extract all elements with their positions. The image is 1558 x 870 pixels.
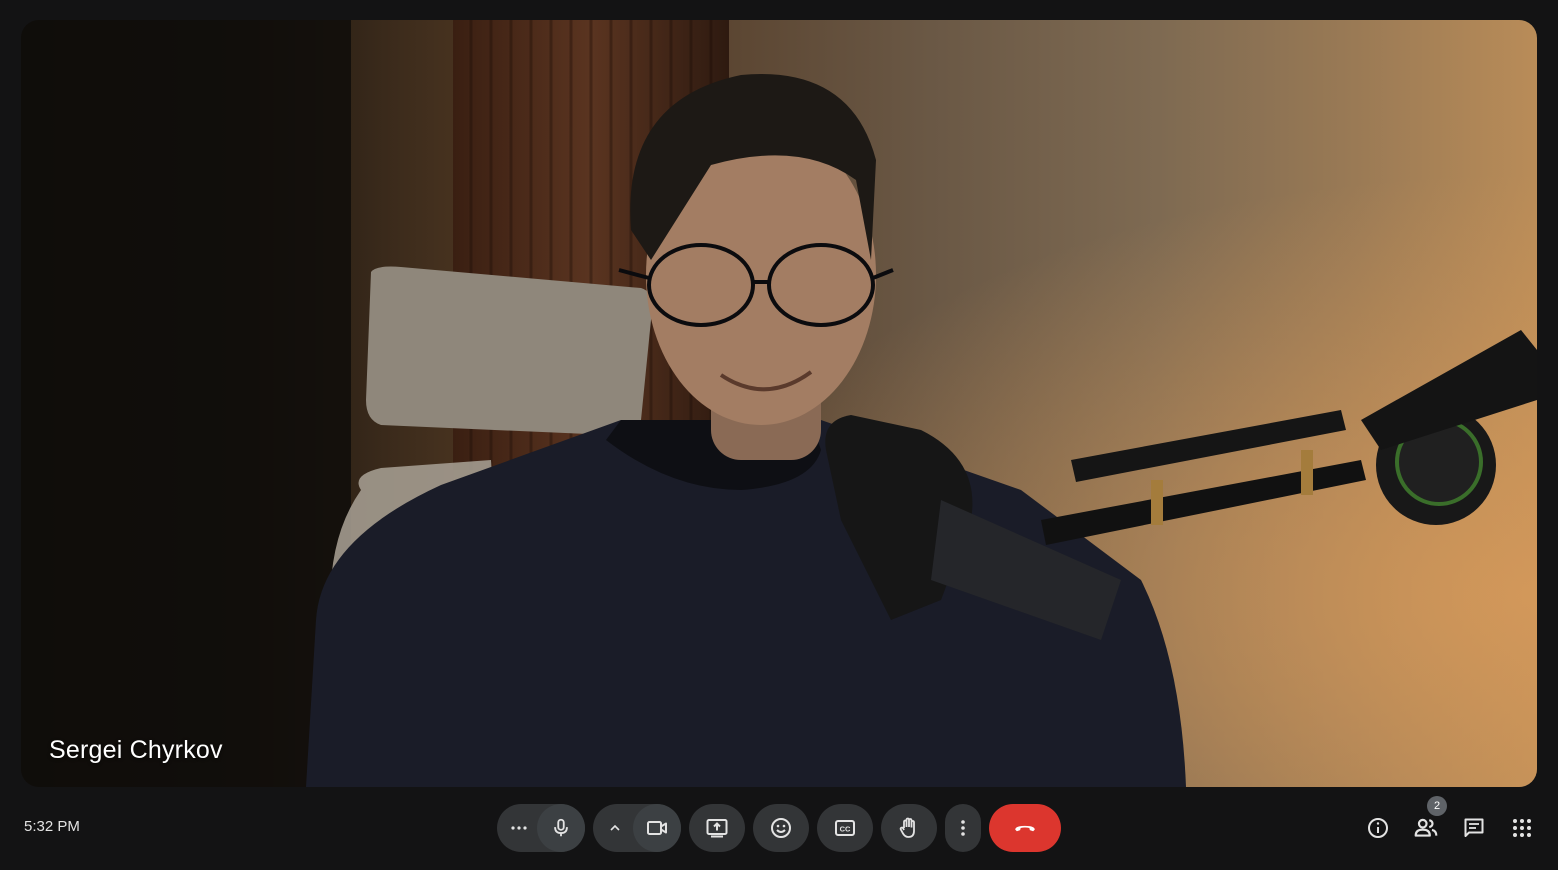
videocam-icon <box>647 821 667 835</box>
audio-control-group <box>497 804 585 852</box>
activities-button[interactable] <box>1508 814 1536 842</box>
meeting-toolbar: 5:32 PM CC 2 <box>0 790 1558 870</box>
more-actions-button[interactable] <box>945 804 981 852</box>
emoji-icon <box>771 818 791 838</box>
participant-name-label: Sergei Chyrkov <box>49 736 223 764</box>
microphone-button[interactable] <box>537 804 585 852</box>
info-icon <box>1368 818 1388 838</box>
end-call-button[interactable] <box>989 804 1061 852</box>
microphone-icon <box>554 818 568 837</box>
meeting-details-button[interactable] <box>1364 814 1392 842</box>
meeting-clock: 5:32 PM <box>24 818 80 835</box>
closed-captions-icon: CC <box>835 820 855 836</box>
present-screen-icon <box>706 819 728 838</box>
svg-text:CC: CC <box>840 825 851 834</box>
people-button[interactable] <box>1412 814 1440 842</box>
video-control-group <box>593 804 681 852</box>
more-vertical-icon <box>961 820 965 836</box>
chat-button[interactable] <box>1460 814 1488 842</box>
audio-settings-button[interactable] <box>497 804 541 852</box>
people-icon <box>1414 818 1438 837</box>
reactions-button[interactable] <box>753 804 809 852</box>
call-end-icon <box>1015 825 1035 832</box>
participant-video-feed <box>21 20 1537 787</box>
raise-hand-button[interactable] <box>881 804 937 852</box>
captions-button[interactable]: CC <box>817 804 873 852</box>
apps-grid-icon <box>1513 819 1531 837</box>
chat-icon <box>1464 818 1484 837</box>
camera-options-button[interactable] <box>593 804 637 852</box>
raise-hand-icon <box>899 817 915 838</box>
camera-button[interactable] <box>633 804 681 852</box>
more-horizontal-icon <box>511 826 527 830</box>
video-tile: Sergei Chyrkov <box>21 20 1537 787</box>
present-screen-button[interactable] <box>689 804 745 852</box>
chevron-up-icon <box>610 824 620 831</box>
participant-count-badge: 2 <box>1427 796 1447 816</box>
